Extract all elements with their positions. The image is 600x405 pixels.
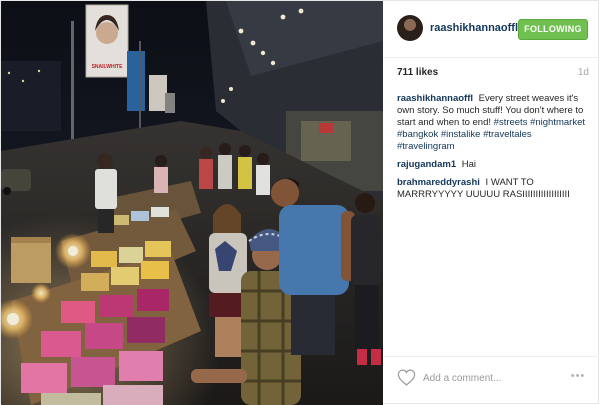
hashtag[interactable]: #nightmarket [530, 117, 585, 128]
post-meta: 711 likes 1d [397, 67, 589, 83]
avatar[interactable] [397, 15, 423, 41]
hashtag[interactable]: #instalike [441, 129, 481, 140]
post-footer: ••• [383, 356, 599, 405]
comment-item: rajugandam1 Hai [397, 159, 591, 171]
hashtag[interactable]: #streets [494, 117, 528, 128]
caption: raashikhannaoffl Every street weaves it'… [397, 93, 591, 153]
add-comment-input[interactable] [423, 369, 563, 387]
hashtag[interactable]: #bangkok [397, 129, 438, 140]
hashtag[interactable]: #traveltales [483, 129, 532, 140]
comment-item: brahmareddyrashi I WANT TO MARRRYYYYY UU… [397, 177, 591, 201]
comment-username[interactable]: brahmareddyrashi [397, 177, 480, 188]
post-details-panel: raashikhannaoffl FOLLOWING 711 likes 1d … [383, 1, 599, 405]
comment-username[interactable]: rajugandam1 [397, 159, 456, 170]
night-market-scene: SNAILWHITE [1, 1, 383, 405]
likes-count[interactable]: 711 likes [397, 67, 438, 78]
instagram-post: SNAILWHITE raashikhannaoffl FOLLOWING 71… [0, 0, 599, 405]
following-button[interactable]: FOLLOWING [518, 19, 588, 40]
comment-text: Hai [461, 159, 477, 170]
comments-list: raashikhannaoffl Every street weaves it'… [397, 93, 591, 207]
post-username[interactable]: raashikhannaoffl [430, 22, 518, 34]
hashtag[interactable]: #travelingram [397, 141, 455, 152]
more-options-icon[interactable]: ••• [567, 370, 589, 384]
post-photo[interactable]: SNAILWHITE [1, 1, 383, 405]
caption-username[interactable]: raashikhannaoffl [397, 93, 473, 104]
post-header: raashikhannaoffl FOLLOWING [383, 1, 599, 58]
post-timestamp[interactable]: 1d [578, 67, 589, 78]
heart-icon[interactable] [397, 369, 416, 386]
